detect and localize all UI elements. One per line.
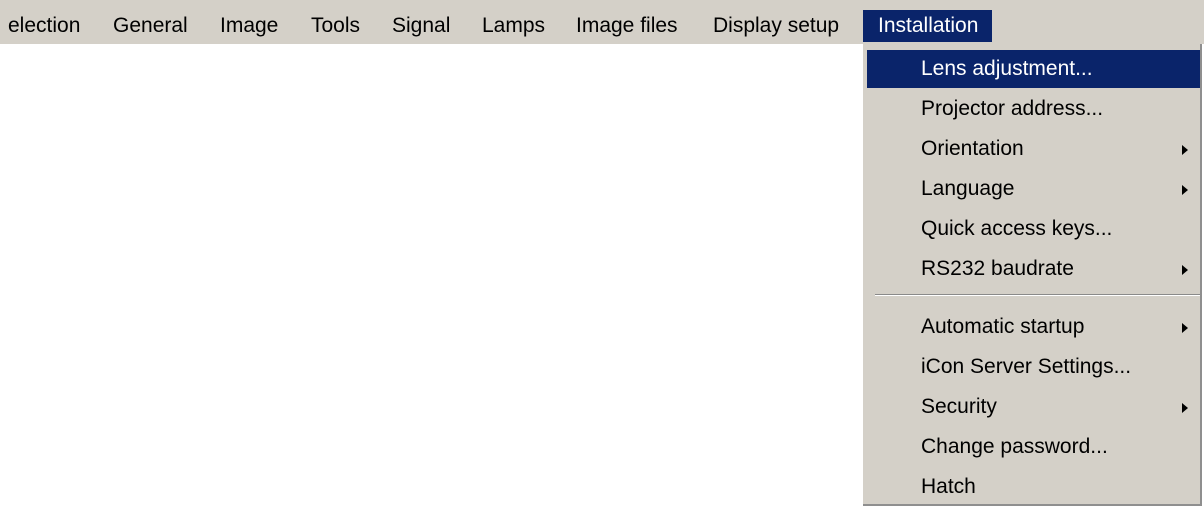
menu-item-label: iCon Server Settings... <box>921 355 1132 378</box>
menu-item-label: Automatic startup <box>921 315 1085 338</box>
menu-item-security[interactable]: Security <box>867 388 1200 426</box>
menu-item-automatic-startup[interactable]: Automatic startup <box>867 308 1200 346</box>
submenu-arrow-icon <box>1182 185 1188 195</box>
menu-item-label: Language <box>921 177 1015 200</box>
menu-image-files[interactable]: Image files <box>576 10 678 42</box>
menu-item-projector-address[interactable]: Projector address... <box>867 90 1200 128</box>
menu-item-label: Hatch <box>921 475 976 498</box>
submenu-arrow-icon <box>1182 403 1188 413</box>
menu-item-label: Change password... <box>921 435 1108 458</box>
submenu-arrow-icon <box>1182 145 1188 155</box>
menu-item-label: Security <box>921 395 997 418</box>
menu-bar: election General Image Tools Signal Lamp… <box>0 0 1204 44</box>
menu-installation[interactable]: Installation <box>863 10 993 42</box>
menu-selection[interactable]: election <box>8 10 80 42</box>
menu-item-rs232-baudrate[interactable]: RS232 baudrate <box>867 250 1200 288</box>
menu-tools[interactable]: Tools <box>311 10 360 42</box>
menu-display-setup[interactable]: Display setup <box>713 10 839 42</box>
menu-item-lens-adjustment[interactable]: Lens adjustment... <box>867 50 1200 88</box>
menu-lamps[interactable]: Lamps <box>482 10 545 42</box>
menu-general[interactable]: General <box>113 10 188 42</box>
submenu-arrow-icon <box>1182 323 1188 333</box>
menu-separator <box>875 294 1200 296</box>
menu-item-icon-server-settings[interactable]: iCon Server Settings... <box>867 348 1200 386</box>
menu-item-quick-access-keys[interactable]: Quick access keys... <box>867 210 1200 248</box>
menu-signal[interactable]: Signal <box>392 10 450 42</box>
menu-item-language[interactable]: Language <box>867 170 1200 208</box>
submenu-arrow-icon <box>1182 265 1188 275</box>
menu-item-orientation[interactable]: Orientation <box>867 130 1200 168</box>
menu-item-label: RS232 baudrate <box>921 257 1074 280</box>
menu-image[interactable]: Image <box>220 10 278 42</box>
menu-item-change-password[interactable]: Change password... <box>867 428 1200 466</box>
menu-item-hatch[interactable]: Hatch <box>867 468 1200 506</box>
menu-item-label: Quick access keys... <box>921 217 1113 240</box>
menu-item-label: Orientation <box>921 137 1024 160</box>
menu-item-label: Lens adjustment... <box>921 57 1093 80</box>
installation-dropdown-menu: Lens adjustment... Projector address... … <box>863 44 1202 506</box>
menu-item-label: Projector address... <box>921 97 1104 120</box>
